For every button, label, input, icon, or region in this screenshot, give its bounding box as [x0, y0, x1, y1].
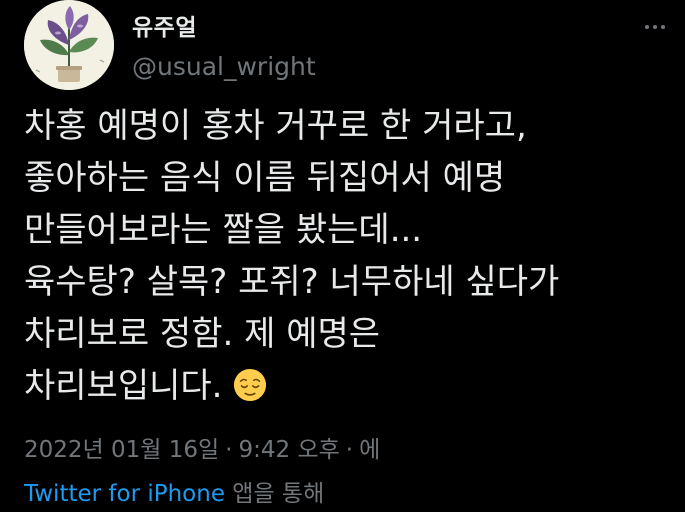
tweet-time: 9:42 오후 — [238, 437, 340, 463]
dot-icon — [645, 25, 649, 29]
display-name[interactable]: 유주얼 — [132, 8, 197, 42]
avatar[interactable] — [24, 0, 114, 90]
separator: · — [225, 437, 233, 463]
dot-icon — [661, 25, 665, 29]
tweet-source: Twitter for iPhone 앱을 통해 — [24, 474, 324, 508]
source-suffix: 앱을 통해 — [224, 481, 325, 507]
tweet-card: 유주얼 @usual_wright 차홍 예명이 홍차 거꾸로 한 거라고, 좋… — [0, 0, 685, 512]
tweet-line: 좋아하는 음식 이름 뒤집어서 예명 — [24, 158, 506, 198]
separator: · — [345, 437, 354, 463]
dot-icon — [653, 25, 657, 29]
plant-avatar-icon — [24, 0, 114, 90]
tweet-line: 차리보로 정함. 제 예명은 — [24, 314, 381, 354]
relieved-face-icon — [233, 368, 266, 402]
tweet-line: 육수탕? 살목? 포쥐? 너무하네 싶다가 — [24, 262, 560, 302]
tweet-line: 만들어보라는 짤을 봤는데... — [24, 210, 423, 250]
tweet-timestamp[interactable]: 2022년 01월 16일 · 9:42 오후 · 에 — [24, 430, 380, 464]
source-client-link[interactable]: Twitter for iPhone — [24, 481, 225, 507]
more-options-button[interactable] — [640, 12, 670, 42]
user-handle[interactable]: @usual_wright — [132, 52, 316, 81]
tweet-date: 2022년 01월 16일 — [24, 437, 220, 463]
tweet-line-text: 차리보입니다. — [24, 366, 223, 406]
tweet-line-last: 차리보입니다. — [24, 360, 674, 412]
tweet-line: 차홍 예명이 홍차 거꾸로 한 거라고, — [24, 106, 527, 146]
tweet-text: 차홍 예명이 홍차 거꾸로 한 거라고, 좋아하는 음식 이름 뒤집어서 예명 … — [24, 100, 674, 412]
meta-trailing: 에 — [359, 437, 381, 463]
